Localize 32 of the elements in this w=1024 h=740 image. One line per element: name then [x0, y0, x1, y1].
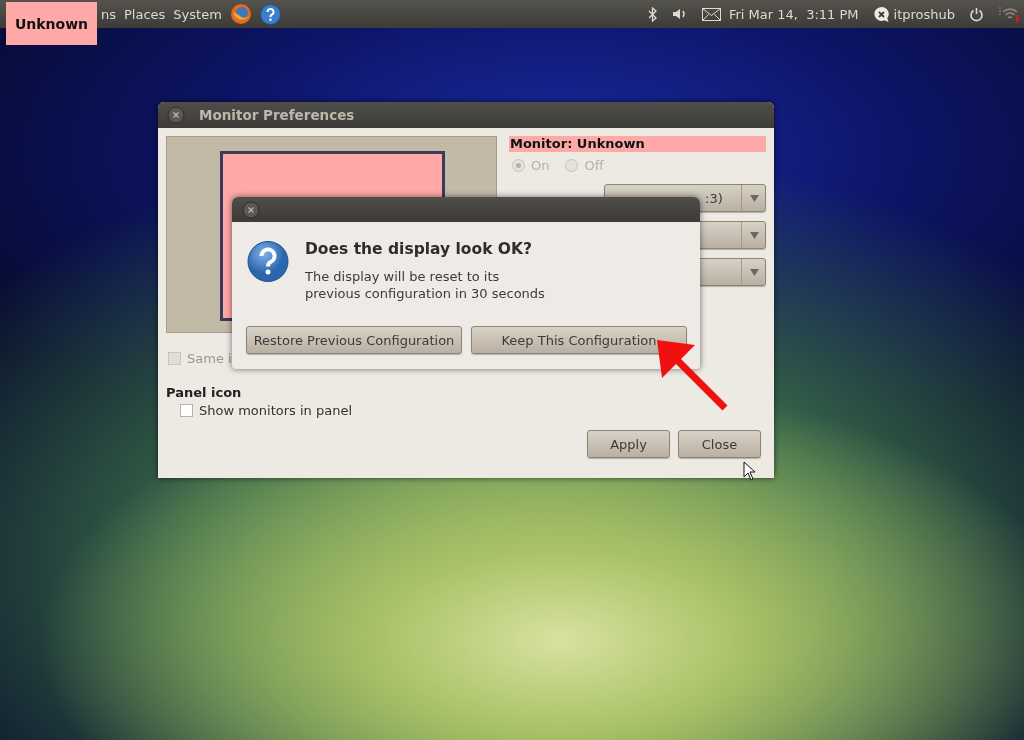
clock[interactable]: Fri Mar 14, 3:11 PM	[728, 6, 859, 22]
dropdown-caret-icon	[750, 194, 759, 202]
dialog-button[interactable]: Close	[678, 430, 761, 458]
checkbox[interactable]	[180, 404, 193, 417]
close-icon[interactable]	[167, 106, 185, 124]
dialog-button[interactable]: Keep This Configuration	[471, 326, 687, 354]
volume-icon[interactable]	[671, 8, 688, 20]
dialog-heading: Does the display look OK?	[305, 240, 534, 258]
dialog-button[interactable]: Restore Previous Configuration	[246, 326, 462, 354]
wifi-icon[interactable]	[998, 5, 1020, 23]
menu-item[interactable]: System	[173, 6, 222, 22]
help-icon[interactable]	[259, 3, 281, 25]
menu-item[interactable]: Places	[124, 6, 166, 22]
chat-icon[interactable]	[872, 5, 890, 23]
user-name[interactable]: itproshub	[893, 6, 955, 22]
menu-item[interactable]: ns	[101, 6, 116, 22]
mail-icon[interactable]	[701, 7, 721, 21]
dropdown-caret-icon	[750, 268, 759, 276]
overlay-label: Unknown	[6, 2, 97, 45]
dialog-button[interactable]: Apply	[587, 430, 670, 458]
bluetooth-icon[interactable]	[647, 6, 658, 22]
browser-icon[interactable]	[229, 3, 252, 25]
power-icon[interactable]	[969, 6, 984, 22]
dialog-message: The display will be reset to its previous configuration in 30 seconds	[305, 268, 545, 302]
checkbox-option[interactable]: Show monitors in panel	[180, 403, 766, 418]
question-icon	[247, 240, 289, 283]
window-title: Monitor Preferences	[199, 107, 355, 123]
section-heading: Panel icon	[166, 385, 243, 400]
close-icon[interactable]	[242, 200, 260, 219]
monitor-label: Monitor: Unknown	[509, 136, 766, 152]
mouse-pointer-icon	[743, 461, 756, 481]
dropdown-caret-icon	[750, 231, 759, 239]
